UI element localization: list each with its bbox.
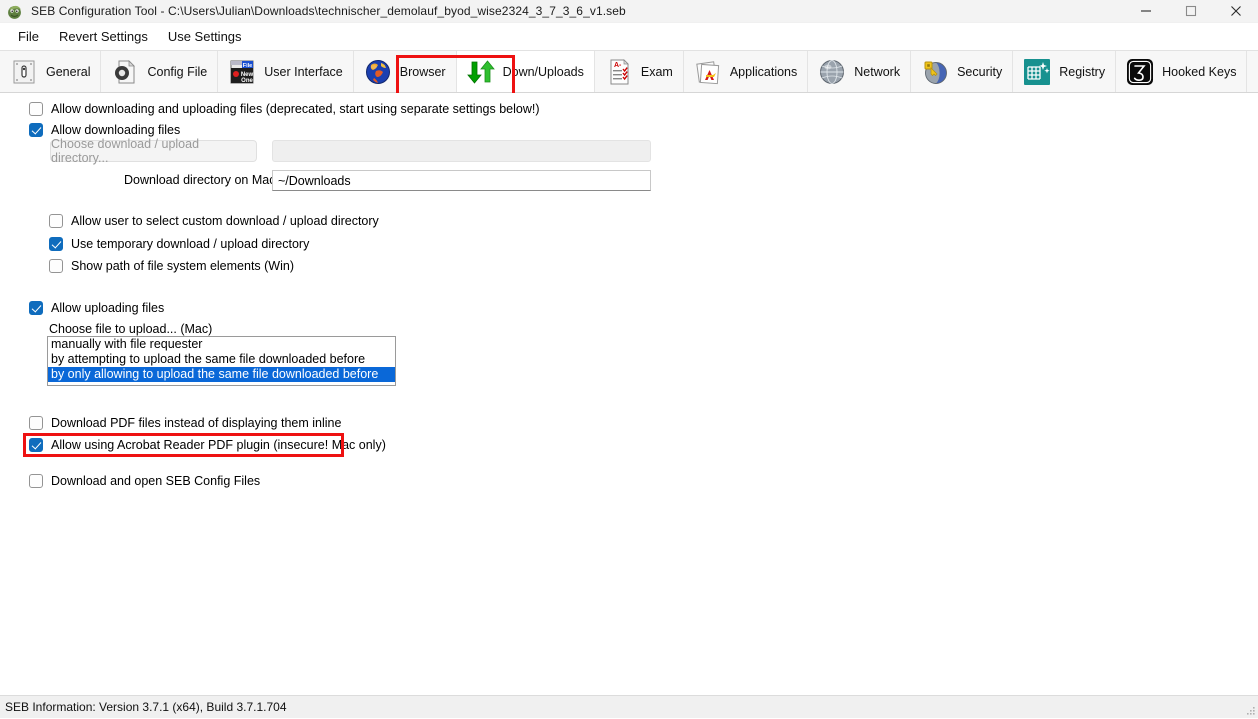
- allow-custom-directory-label: Allow user to select custom download / u…: [71, 214, 379, 228]
- general-icon: [10, 58, 38, 86]
- list-item[interactable]: by only allowing to upload the same file…: [48, 367, 395, 382]
- down-uploads-settings-panel: Allow downloading and uploading files (d…: [0, 93, 1258, 701]
- list-item[interactable]: manually with file requester: [48, 337, 395, 352]
- acrobat-plugin-label: Allow using Acrobat Reader PDF plugin (i…: [51, 438, 386, 452]
- use-temp-directory-label: Use temporary download / upload director…: [71, 237, 310, 251]
- status-bar-text: SEB Information: Version 3.7.1 (x64), Bu…: [5, 700, 287, 714]
- resize-grip-icon[interactable]: [1244, 704, 1256, 716]
- allow-uploading-checkbox[interactable]: [29, 301, 43, 315]
- tab-exam[interactable]: A- Exam: [594, 51, 684, 92]
- tab-browser[interactable]: Browser: [353, 51, 457, 92]
- tab-label-general: General: [46, 64, 91, 79]
- show-path-elements-checkbox[interactable]: [49, 259, 63, 273]
- network-globe-icon: [818, 58, 846, 86]
- status-bar: SEB Information: Version 3.7.1 (x64), Bu…: [0, 695, 1258, 718]
- maximize-icon[interactable]: [1168, 0, 1213, 22]
- choose-directory-button[interactable]: Choose download / upload directory...: [50, 137, 257, 165]
- tab-label-browser: Browser: [399, 64, 446, 79]
- acrobat-plugin-checkbox[interactable]: [29, 438, 43, 452]
- download-directory-mac-field[interactable]: ~/Downloads: [272, 170, 651, 191]
- svg-text:A-: A-: [614, 62, 622, 69]
- allow-downloading-label: Allow downloading files: [51, 123, 181, 137]
- show-path-elements-label: Show path of file system elements (Win): [71, 259, 294, 273]
- tab-label-config-file: Config File: [147, 64, 208, 79]
- allow-uploading-label: Allow uploading files: [51, 301, 165, 315]
- title-bar: SEB Configuration Tool - C:\Users\Julian…: [0, 0, 1258, 23]
- tab-down-uploads[interactable]: Down/Uploads: [456, 51, 595, 92]
- download-pdf-inline-row[interactable]: Download PDF files instead of displaying…: [29, 416, 341, 430]
- download-open-seb-config-checkbox[interactable]: [29, 474, 43, 488]
- window-title: SEB Configuration Tool - C:\Users\Julian…: [31, 4, 626, 18]
- download-open-seb-config-label: Download and open SEB Config Files: [51, 474, 261, 488]
- tab-label-exam: Exam: [640, 64, 673, 79]
- tab-registry[interactable]: Registry: [1013, 51, 1117, 92]
- download-open-seb-config-row[interactable]: Download and open SEB Config Files: [29, 474, 260, 488]
- menu-item-file[interactable]: File: [8, 26, 49, 47]
- tab-label-security: Security: [957, 64, 1003, 79]
- tab-label-down-uploads: Down/Uploads: [502, 64, 584, 79]
- acrobat-plugin-row[interactable]: Allow using Acrobat Reader PDF plugin (i…: [29, 438, 386, 452]
- tab-config-file[interactable]: Config File: [101, 51, 219, 92]
- config-file-icon: [111, 58, 139, 86]
- show-path-elements-row[interactable]: Show path of file system elements (Win): [49, 259, 294, 273]
- menu-item-revert-settings[interactable]: Revert Settings: [49, 26, 158, 47]
- allow-custom-directory-checkbox[interactable]: [49, 214, 63, 228]
- download-directory-mac-label: Download directory on Mac: [124, 173, 276, 187]
- tab-network[interactable]: Network: [808, 51, 912, 92]
- security-key-icon: [921, 58, 949, 86]
- tab-user-interface[interactable]: File New One User Interface: [218, 51, 354, 92]
- registry-icon: [1023, 58, 1051, 86]
- hooked-keys-icon: [1126, 58, 1154, 86]
- user-interface-icon: File New One: [228, 58, 256, 86]
- tab-label-network: Network: [854, 64, 901, 79]
- allow-downloading-checkbox[interactable]: [29, 123, 43, 137]
- seb-app-icon: [6, 3, 23, 20]
- allow-down-upload-row[interactable]: Allow downloading and uploading files (d…: [29, 102, 540, 116]
- tab-label-registry: Registry: [1059, 64, 1106, 79]
- allow-uploading-row[interactable]: Allow uploading files: [29, 301, 164, 315]
- download-pdf-inline-label: Download PDF files instead of displaying…: [51, 416, 342, 430]
- menu-item-use-settings[interactable]: Use Settings: [158, 26, 252, 47]
- minimize-icon[interactable]: [1123, 0, 1168, 22]
- applications-icon: [694, 58, 722, 86]
- toolbar-tabs: General Config File File New One User In…: [0, 50, 1258, 103]
- down-uploads-icon: [466, 58, 495, 86]
- allow-down-upload-checkbox[interactable]: [29, 102, 43, 116]
- use-temp-directory-checkbox[interactable]: [49, 237, 63, 251]
- directory-value-field[interactable]: [272, 140, 651, 162]
- use-temp-directory-row[interactable]: Use temporary download / upload director…: [49, 237, 309, 251]
- tab-label-user-interface: User Interface: [264, 64, 343, 79]
- tab-applications[interactable]: Applications: [683, 51, 809, 92]
- allow-down-upload-label: Allow downloading and uploading files (d…: [51, 102, 540, 116]
- close-icon[interactable]: [1213, 0, 1258, 22]
- allow-custom-directory-row[interactable]: Allow user to select custom download / u…: [49, 214, 379, 228]
- upload-options-listbox[interactable]: manually with file requester by attempti…: [47, 336, 396, 386]
- svg-text:One: One: [241, 78, 253, 84]
- tab-hooked-keys[interactable]: Hooked Keys: [1116, 51, 1248, 92]
- allow-downloading-row[interactable]: Allow downloading files: [29, 123, 180, 137]
- browser-globe-icon: [364, 58, 392, 86]
- download-pdf-inline-checkbox[interactable]: [29, 416, 43, 430]
- choose-file-upload-label: Choose file to upload... (Mac): [49, 322, 213, 336]
- list-item[interactable]: by attempting to upload the same file do…: [48, 352, 395, 367]
- tab-label-hooked-keys: Hooked Keys: [1162, 64, 1237, 79]
- window-controls: [1123, 0, 1258, 22]
- tab-general[interactable]: General: [0, 51, 102, 92]
- tab-security[interactable]: Security: [911, 51, 1014, 92]
- menu-bar: File Revert Settings Use Settings: [0, 23, 1258, 50]
- tab-label-applications: Applications: [729, 64, 798, 79]
- exam-icon: A-: [605, 58, 633, 86]
